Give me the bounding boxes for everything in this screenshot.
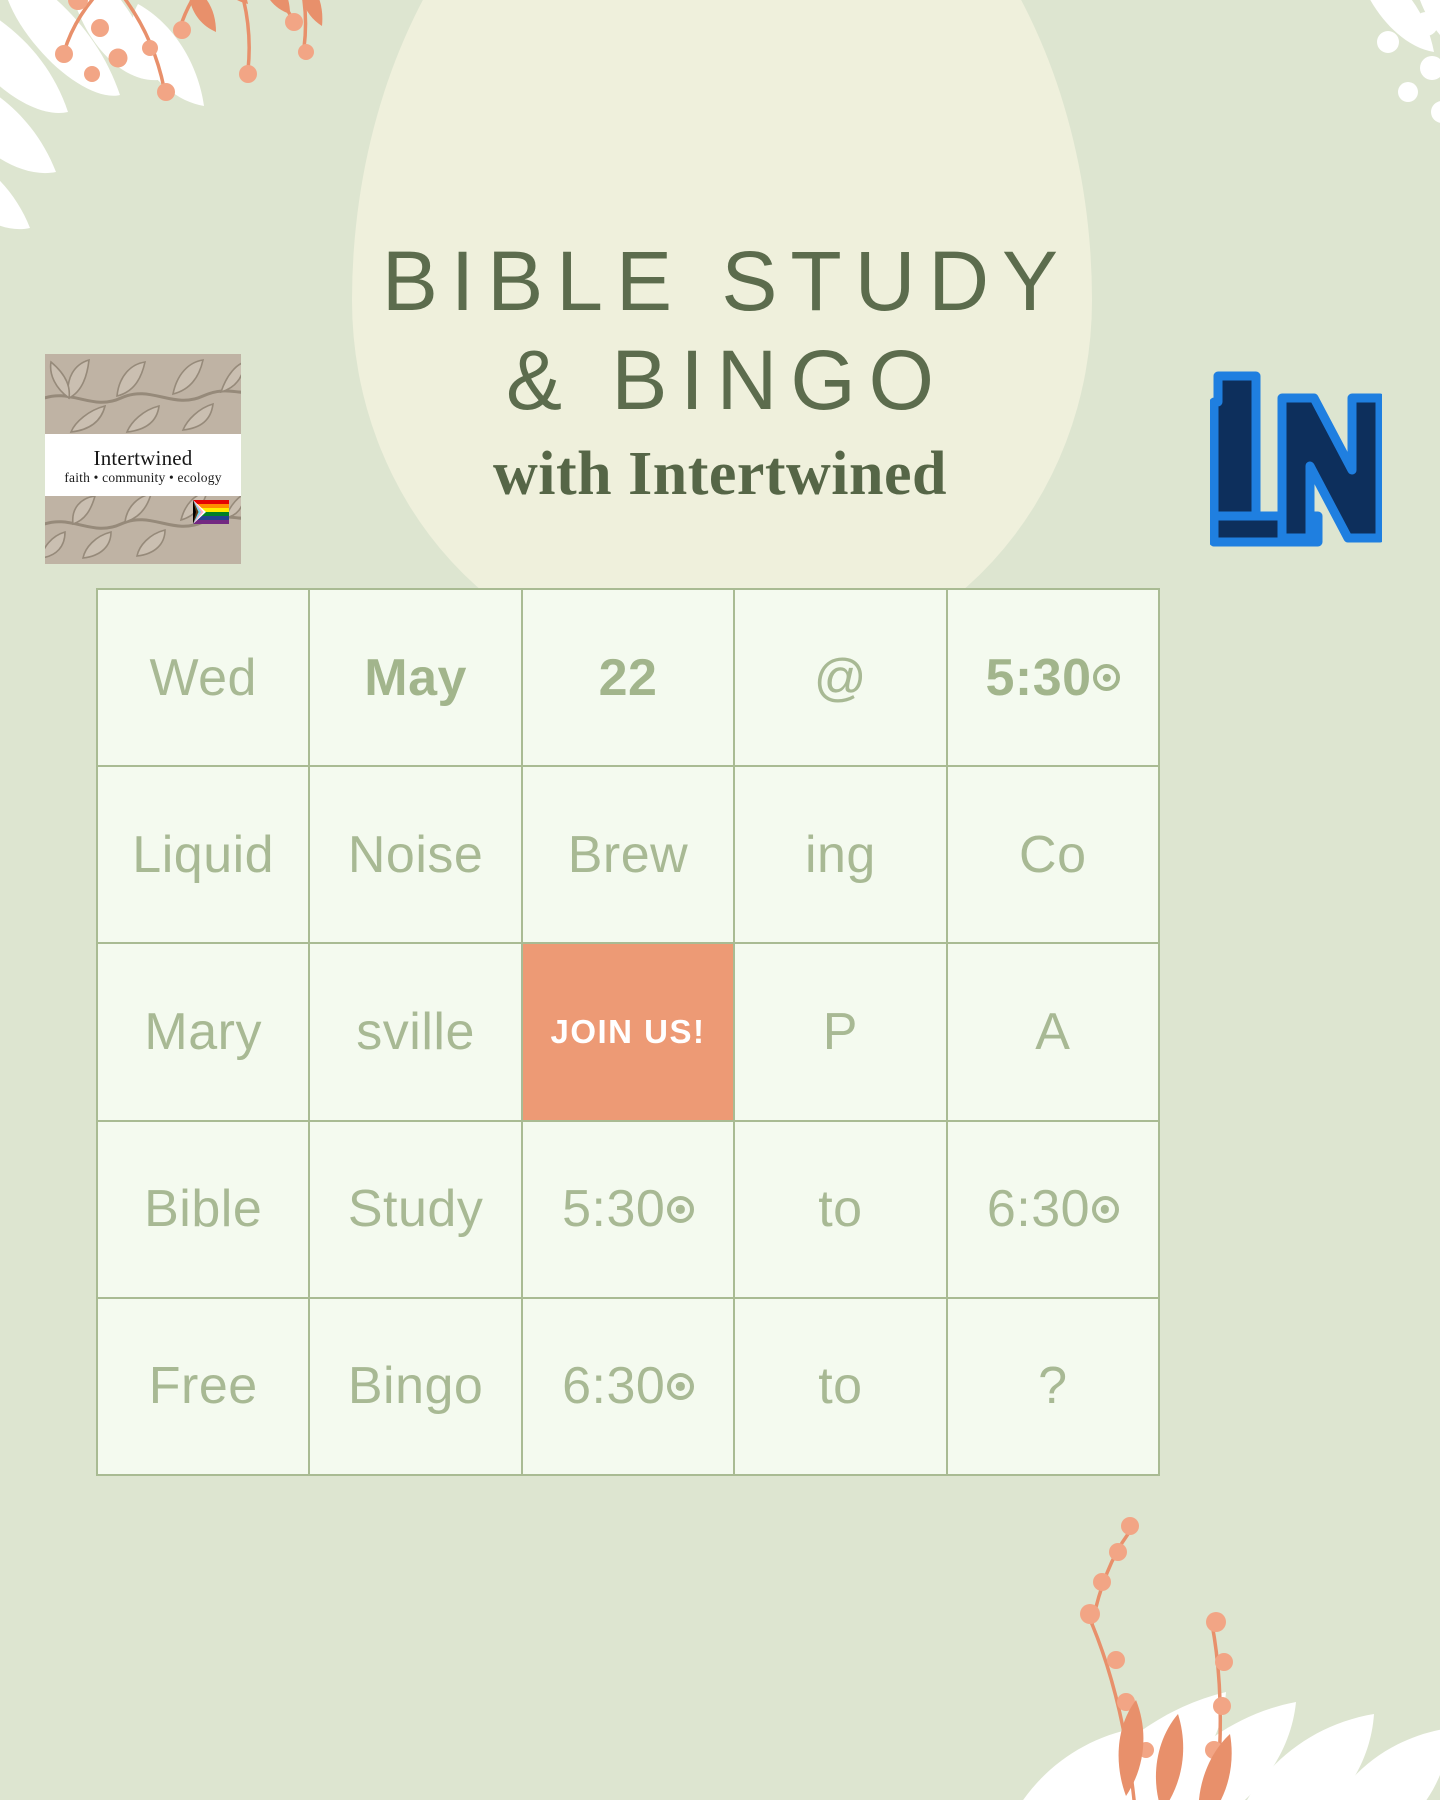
intertwined-logo-text-band: Intertwined faith • community • ecology — [45, 434, 241, 496]
bingo-grid: Wed May 22 @5:30 Liquid Noise Brew ing Co Mary svi… — [96, 588, 1160, 1476]
bingo-cell-text: sville — [356, 1002, 475, 1061]
clock-icon — [666, 1372, 694, 1400]
bingo-cell: 6:30 — [522, 1298, 734, 1474]
clock-icon — [666, 1195, 694, 1223]
bingo-cell: ing — [735, 767, 946, 943]
bingo-cell-text: ? — [1038, 1357, 1068, 1416]
bingo-cell: @ — [735, 590, 946, 766]
bingo-cell: 5:30 — [947, 590, 1158, 766]
bingo-cell: ? — [947, 1298, 1158, 1474]
bingo-cell: Co — [947, 767, 1158, 943]
bingo-cell-text: 5:30 — [985, 648, 1092, 707]
bingo-cell-text: 22 — [598, 648, 658, 707]
bingo-cell-text: JOIN US! — [550, 1013, 706, 1051]
bingo-cell-text: A — [1035, 1002, 1071, 1061]
bingo-cell: Bingo — [310, 1298, 521, 1474]
bingo-cell-text: Liquid — [132, 825, 275, 884]
bingo-cell-free-space: JOIN US! — [522, 944, 734, 1120]
poster-root: BIBLE STUDY & BINGO with Intertwined Int… — [0, 0, 1440, 1800]
bingo-cell: May — [310, 590, 521, 766]
intertwined-logo-tagline: faith • community • ecology — [64, 469, 222, 485]
bingo-cell: P — [735, 944, 946, 1120]
bingo-cell-text: Co — [1019, 825, 1087, 884]
bingo-cell-text: 5:30 — [562, 1180, 666, 1239]
bingo-cell-text: Brew — [567, 825, 689, 884]
bingo-cell-time: 6:30 — [987, 1183, 1119, 1235]
bingo-cell-text: 6:30 — [562, 1357, 666, 1416]
bingo-cell: Mary — [98, 944, 309, 1120]
bingo-cell-time: 5:30 — [562, 1183, 694, 1235]
bingo-cell-text: Study — [347, 1180, 484, 1239]
bingo-cell-text: Bible — [144, 1180, 263, 1239]
bingo-cell-text: P — [822, 1002, 858, 1061]
bingo-cell-text: Free — [148, 1357, 258, 1416]
bingo-cell: Bible — [98, 1121, 309, 1297]
bingo-cell: Liquid — [98, 767, 309, 943]
intertwined-logo: Intertwined faith • community • ecology — [45, 354, 241, 564]
bingo-cell-time: 5:30 — [985, 648, 1121, 707]
bingo-cell: sville — [310, 944, 521, 1120]
bingo-cell-time: 6:30 — [562, 1360, 694, 1412]
bingo-cell: to — [735, 1121, 946, 1297]
bingo-cell-text: to — [818, 1180, 863, 1239]
bingo-cell: 5:30 — [522, 1121, 734, 1297]
botanical-decoration-top-right — [1370, 0, 1440, 123]
clock-icon — [1091, 1195, 1119, 1223]
page-title-line-1: BIBLE STUDY — [381, 234, 1072, 328]
bingo-cell-text: 6:30 — [986, 1180, 1091, 1239]
intertwined-logo-name: Intertwined — [93, 445, 193, 470]
bingo-cell: Study — [310, 1121, 521, 1297]
bingo-cell-text: ing — [804, 825, 876, 884]
clock-icon — [1093, 664, 1121, 692]
vine-carving-icon-top — [45, 354, 241, 434]
bingo-cell-text: May — [364, 648, 467, 707]
progress-pride-flag-icon — [193, 500, 229, 524]
bingo-cell-text: Noise — [347, 825, 484, 884]
bingo-cell-text: @ — [813, 648, 868, 707]
bingo-cell: Brew — [522, 767, 734, 943]
bingo-cell-text: Wed — [149, 648, 257, 707]
bingo-cell: A — [947, 944, 1158, 1120]
bingo-cell: 6:30 — [947, 1121, 1158, 1297]
bingo-cell-text: Bingo — [347, 1357, 484, 1416]
ln-monogram-logo-icon — [1210, 371, 1382, 547]
bingo-cell: Free — [98, 1298, 309, 1474]
bingo-cell: to — [735, 1298, 946, 1474]
bingo-cell-text: Mary — [144, 1002, 262, 1061]
bingo-cell-text: to — [818, 1357, 863, 1416]
bingo-cell: Wed — [98, 590, 309, 766]
bingo-cell: 22 — [522, 590, 734, 766]
bingo-cell: Noise — [310, 767, 521, 943]
